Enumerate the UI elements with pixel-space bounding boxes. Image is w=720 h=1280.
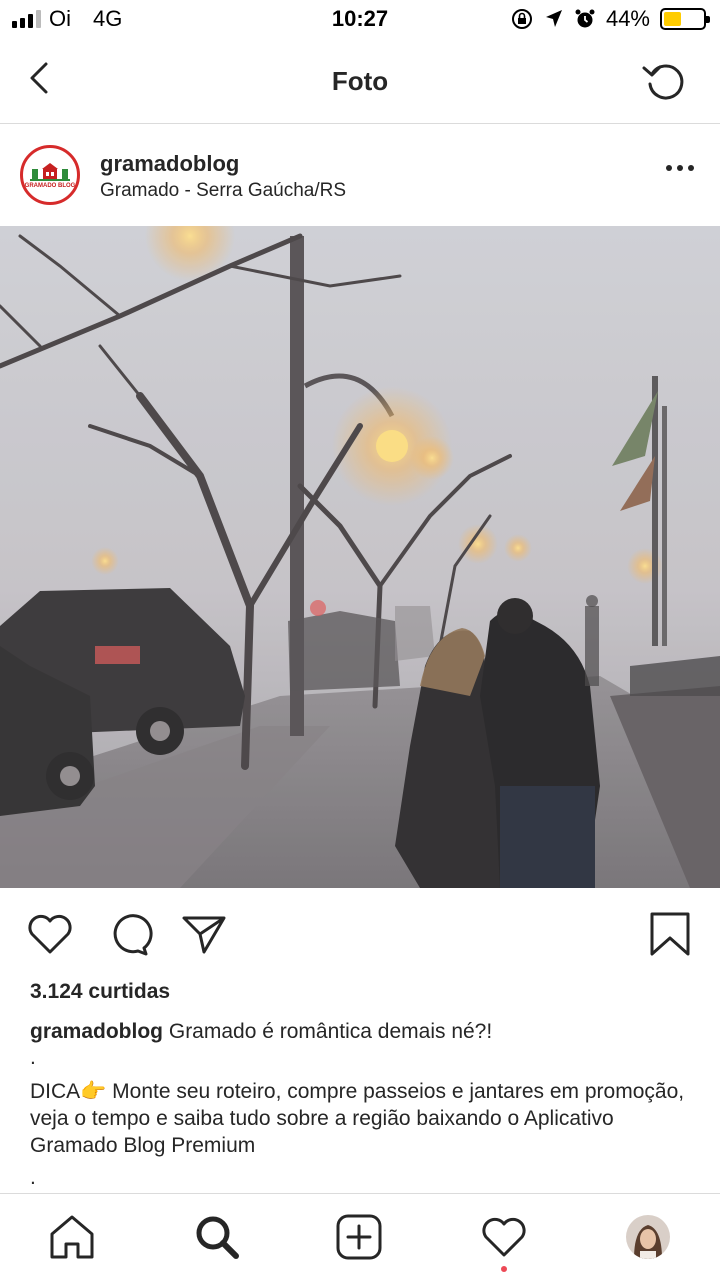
- alarm-icon: [575, 9, 595, 28]
- profile-avatar[interactable]: [626, 1215, 670, 1259]
- comment-icon[interactable]: [102, 908, 154, 960]
- battery-icon: [660, 8, 710, 30]
- photo-foggy-street: [0, 226, 720, 888]
- likes-count[interactable]: 3.124 curtidas: [30, 980, 170, 1004]
- post-photo[interactable]: [0, 226, 720, 888]
- caption-tip: DICA👉 Monte seu roteiro, compre passeios…: [30, 1080, 685, 1157]
- heart-icon[interactable]: [24, 908, 76, 960]
- account-avatar[interactable]: GRAMADO BLOG: [20, 145, 80, 205]
- post-caption: gramadoblog Gramado é romântica demais n…: [30, 1018, 690, 1045]
- status-bar: Oi 4G 10:27 44%: [0, 0, 720, 40]
- home-icon[interactable]: [47, 1212, 97, 1262]
- activity-heart-icon[interactable]: [479, 1212, 529, 1262]
- avatar-logo-text: GRAMADO BLOG: [24, 183, 76, 189]
- search-icon[interactable]: [192, 1212, 242, 1262]
- caption-dot: .: [30, 1046, 36, 1069]
- post-username[interactable]: gramadoblog: [100, 151, 239, 177]
- caption-text: Gramado é romântica demais né?!: [168, 1020, 493, 1043]
- refresh-icon[interactable]: [640, 54, 692, 106]
- caption-dot: .: [30, 1166, 36, 1189]
- share-icon[interactable]: [178, 908, 230, 960]
- more-options-icon[interactable]: [666, 165, 694, 171]
- bookmark-icon[interactable]: [644, 908, 696, 960]
- nav-header: Foto: [0, 40, 720, 124]
- gramado-logo-icon: [30, 163, 70, 181]
- orientation-lock-icon: [511, 9, 532, 29]
- notification-dot: [501, 1266, 507, 1272]
- page-title: Foto: [331, 66, 389, 96]
- post-actions: [0, 900, 720, 970]
- post-location[interactable]: Gramado - Serra Gaúcha/RS: [100, 180, 346, 202]
- bottom-tab-bar: [0, 1193, 720, 1280]
- add-post-icon[interactable]: [334, 1212, 384, 1262]
- battery-fill: [664, 12, 681, 26]
- location-arrow-icon: [545, 10, 562, 27]
- caption-username[interactable]: gramadoblog: [30, 1020, 163, 1043]
- battery-percent: 44%: [605, 6, 650, 31]
- post-header: GRAMADO BLOG gramadoblog Gramado - Serra…: [0, 125, 720, 225]
- status-right: 44%: [510, 6, 710, 32]
